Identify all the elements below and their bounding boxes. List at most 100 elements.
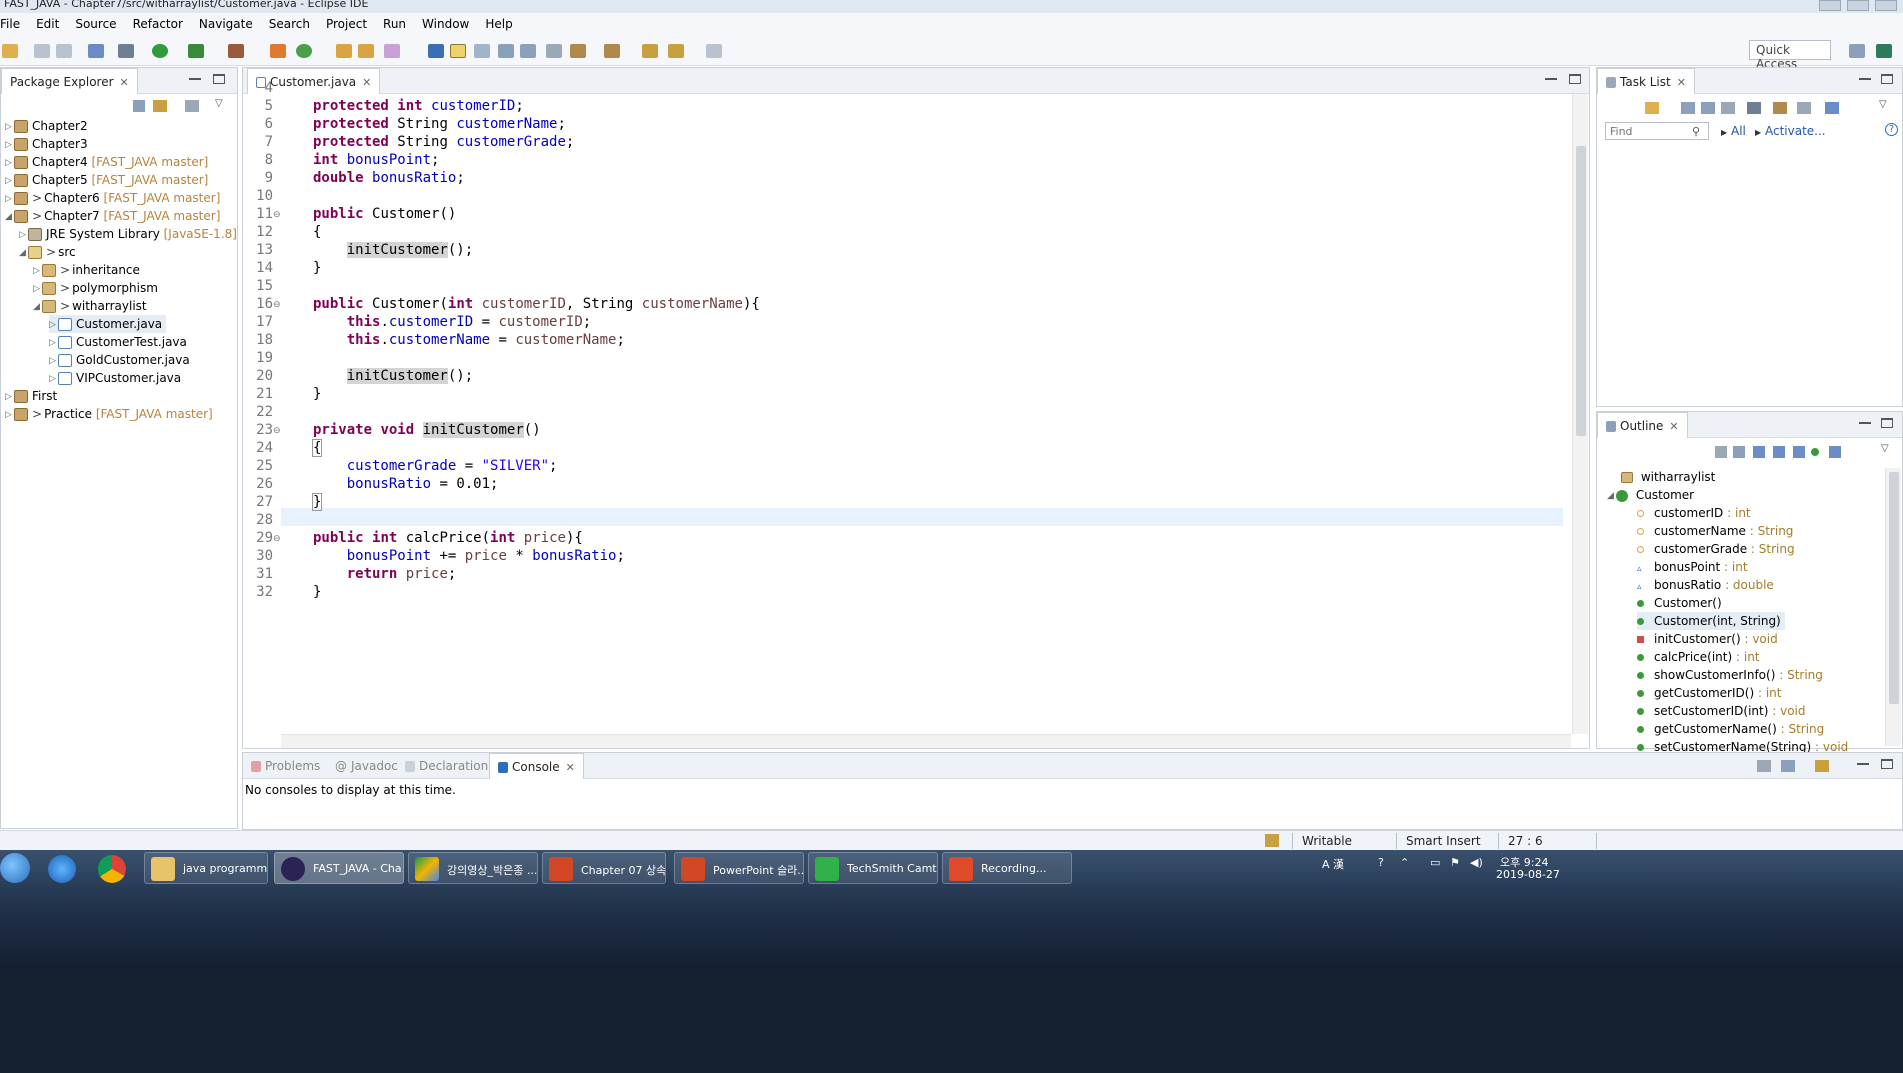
taskbar-item-java-programming[interactable]: java programmin...	[144, 852, 268, 884]
tree-item-practice[interactable]: ▷ > Practice [FAST_JAVA master]	[5, 405, 213, 423]
tree-item-vipcustomer-java[interactable]: ▷ VIPCustomer.java	[49, 369, 181, 387]
menu-refactor[interactable]: Refactor	[124, 17, 190, 31]
outline-member[interactable]: ▵ bonusRatio : double	[1637, 576, 1774, 594]
tray-chevron-icon[interactable]: ⌃	[1400, 856, 1409, 869]
tab-problems[interactable]: Problems	[243, 753, 328, 779]
hide-static-icon[interactable]	[1773, 446, 1785, 458]
activate-task-link[interactable]: ▶ Activate...	[1755, 124, 1826, 138]
menu-navigate[interactable]: Navigate	[190, 17, 260, 31]
maximize-icon[interactable]	[213, 74, 225, 84]
last-edit-location-icon[interactable]	[642, 44, 658, 58]
collapse-all-icon[interactable]	[1797, 102, 1811, 114]
tree-item-chapter5[interactable]: ▷ Chapter5 [FAST_JAVA master]	[5, 171, 208, 189]
public-member-icon[interactable]	[1811, 448, 1819, 456]
menu-file[interactable]: File	[0, 17, 27, 31]
open-type-icon[interactable]	[336, 44, 352, 58]
menu-source[interactable]: Source	[66, 17, 123, 31]
collapse-all-icon[interactable]	[1715, 446, 1727, 458]
hide-non-public-icon[interactable]	[1793, 446, 1805, 458]
taskbar-item-eclipse[interactable]: FAST_JAVA - Cha...	[274, 852, 404, 884]
code-text-area[interactable]: protected int customerID; protected Stri…	[243, 94, 1571, 734]
block-selection-icon[interactable]	[474, 44, 490, 58]
outline-member[interactable]: calcPrice(int) : int	[1637, 648, 1760, 666]
taskbar-item-techsmith[interactable]: TechSmith Camt...	[808, 852, 938, 884]
display-selected-console-icon[interactable]	[1781, 760, 1795, 772]
tree-item-customer-java[interactable]: ▷ Customer.java	[49, 315, 167, 333]
coverage-icon[interactable]	[188, 44, 204, 58]
all-tasks-link[interactable]: ▶ All	[1721, 124, 1746, 138]
tree-item-polymorphism[interactable]: ▷ > polymorphism	[33, 279, 158, 297]
outline-vertical-scrollbar[interactable]	[1885, 468, 1901, 746]
external-tools-icon[interactable]	[228, 44, 244, 58]
network-icon[interactable]: ▭	[1430, 856, 1440, 869]
taskbar-item-powerpoint-slideshow[interactable]: PowerPoint 슬라...	[674, 852, 804, 884]
hide-local-types-icon[interactable]	[1829, 446, 1841, 458]
editor-vertical-scrollbar[interactable]	[1572, 94, 1588, 734]
outline-member[interactable]: getCustomerName() : String	[1637, 720, 1824, 738]
filter-icon[interactable]	[1747, 102, 1761, 114]
synchronize-icon[interactable]	[1773, 102, 1787, 114]
new-java-class-icon[interactable]	[296, 44, 312, 58]
menu-search[interactable]: Search	[260, 17, 317, 31]
maximize-icon[interactable]	[1569, 74, 1581, 84]
scheduled-icon[interactable]	[1701, 102, 1715, 114]
show-whitespace-icon[interactable]	[546, 44, 562, 58]
tree-item-chapter7[interactable]: ◢ > Chapter7 [FAST_JAVA master]	[5, 207, 220, 225]
tree-item-inheritance[interactable]: ▷ > inheritance	[33, 261, 140, 279]
help-icon[interactable]: ?	[1885, 123, 1898, 136]
back-icon[interactable]	[668, 44, 684, 58]
toggle-breadcrumb-icon[interactable]	[428, 44, 444, 58]
close-window-button[interactable]	[1875, 0, 1897, 11]
tab-javadoc[interactable]: @ Javadoc	[327, 753, 406, 779]
maximize-icon[interactable]	[1881, 759, 1893, 769]
tree-item-goldcustomer-java[interactable]: ▷ GoldCustomer.java	[49, 351, 190, 369]
minimize-icon[interactable]	[1859, 418, 1871, 424]
word-wrap-icon[interactable]	[498, 44, 514, 58]
tree-item-customertest-java[interactable]: ▷ CustomerTest.java	[49, 333, 187, 351]
whitespace-icon[interactable]	[520, 44, 536, 58]
close-icon[interactable]: ✕	[120, 76, 129, 89]
taskbar-item-chapter07[interactable]: Chapter 07 상속...	[542, 852, 666, 884]
minimize-icon[interactable]	[1859, 74, 1871, 80]
start-button[interactable]	[0, 853, 30, 883]
outline-member[interactable]: Customer(int, String)	[1637, 612, 1785, 630]
clock-date[interactable]: 2019-08-27	[1496, 868, 1560, 881]
open-perspective-icon[interactable]	[1849, 44, 1865, 58]
outline-class[interactable]: ◢ Customer	[1607, 486, 1694, 504]
java-perspective-icon[interactable]	[1876, 44, 1892, 58]
close-icon[interactable]: ✕	[1677, 76, 1686, 89]
new-icon[interactable]	[2, 44, 18, 58]
new-task-icon[interactable]	[1645, 102, 1659, 114]
outline-package[interactable]: witharraylist	[1621, 468, 1715, 486]
tree-item-chapter3[interactable]: ▷ Chapter3	[5, 135, 88, 153]
taskbar-item-google-drive[interactable]: 강의영상_박은종 ...	[408, 852, 538, 884]
menu-window[interactable]: Window	[413, 17, 476, 31]
tab-console[interactable]: Console ✕	[489, 753, 584, 779]
mark-occurrences-icon[interactable]	[450, 44, 466, 58]
tab-declaration[interactable]: Declaration	[397, 753, 496, 779]
outline-member[interactable]: setCustomerID(int) : void	[1637, 702, 1806, 720]
quick-access-input[interactable]: Quick Access	[1749, 40, 1831, 71]
menu-project[interactable]: Project	[317, 17, 374, 31]
outline-member[interactable]: initCustomer() : void	[1637, 630, 1778, 648]
outline-member[interactable]: showCustomerInfo() : String	[1637, 666, 1823, 684]
tree-item-jre-library[interactable]: ▷ JRE System Library [JavaSE-1.8]	[19, 225, 237, 243]
save-icon[interactable]	[34, 44, 50, 58]
minimize-icon[interactable]	[1857, 759, 1869, 765]
previous-annotation-icon[interactable]	[604, 44, 620, 58]
debug-icon[interactable]	[118, 44, 134, 58]
skip-breakpoints-icon[interactable]	[88, 44, 104, 58]
tree-item-first[interactable]: ▷ First	[5, 387, 57, 405]
tab-outline[interactable]: Outline ✕	[1597, 412, 1688, 438]
tree-item-chapter4[interactable]: ▷ Chapter4 [FAST_JAVA master]	[5, 153, 208, 171]
maximize-icon[interactable]	[1881, 74, 1893, 84]
hide-fields-icon[interactable]	[1753, 446, 1765, 458]
outline-member[interactable]: customerName : String	[1637, 522, 1793, 540]
menu-edit[interactable]: Edit	[27, 17, 66, 31]
minimize-icon[interactable]	[1545, 74, 1557, 80]
link-with-editor-icon[interactable]	[153, 100, 167, 112]
minimize-icon[interactable]	[189, 74, 201, 80]
categorized-icon[interactable]	[1681, 102, 1695, 114]
open-task-icon[interactable]	[358, 44, 374, 58]
minimize-window-button[interactable]	[1819, 0, 1841, 11]
